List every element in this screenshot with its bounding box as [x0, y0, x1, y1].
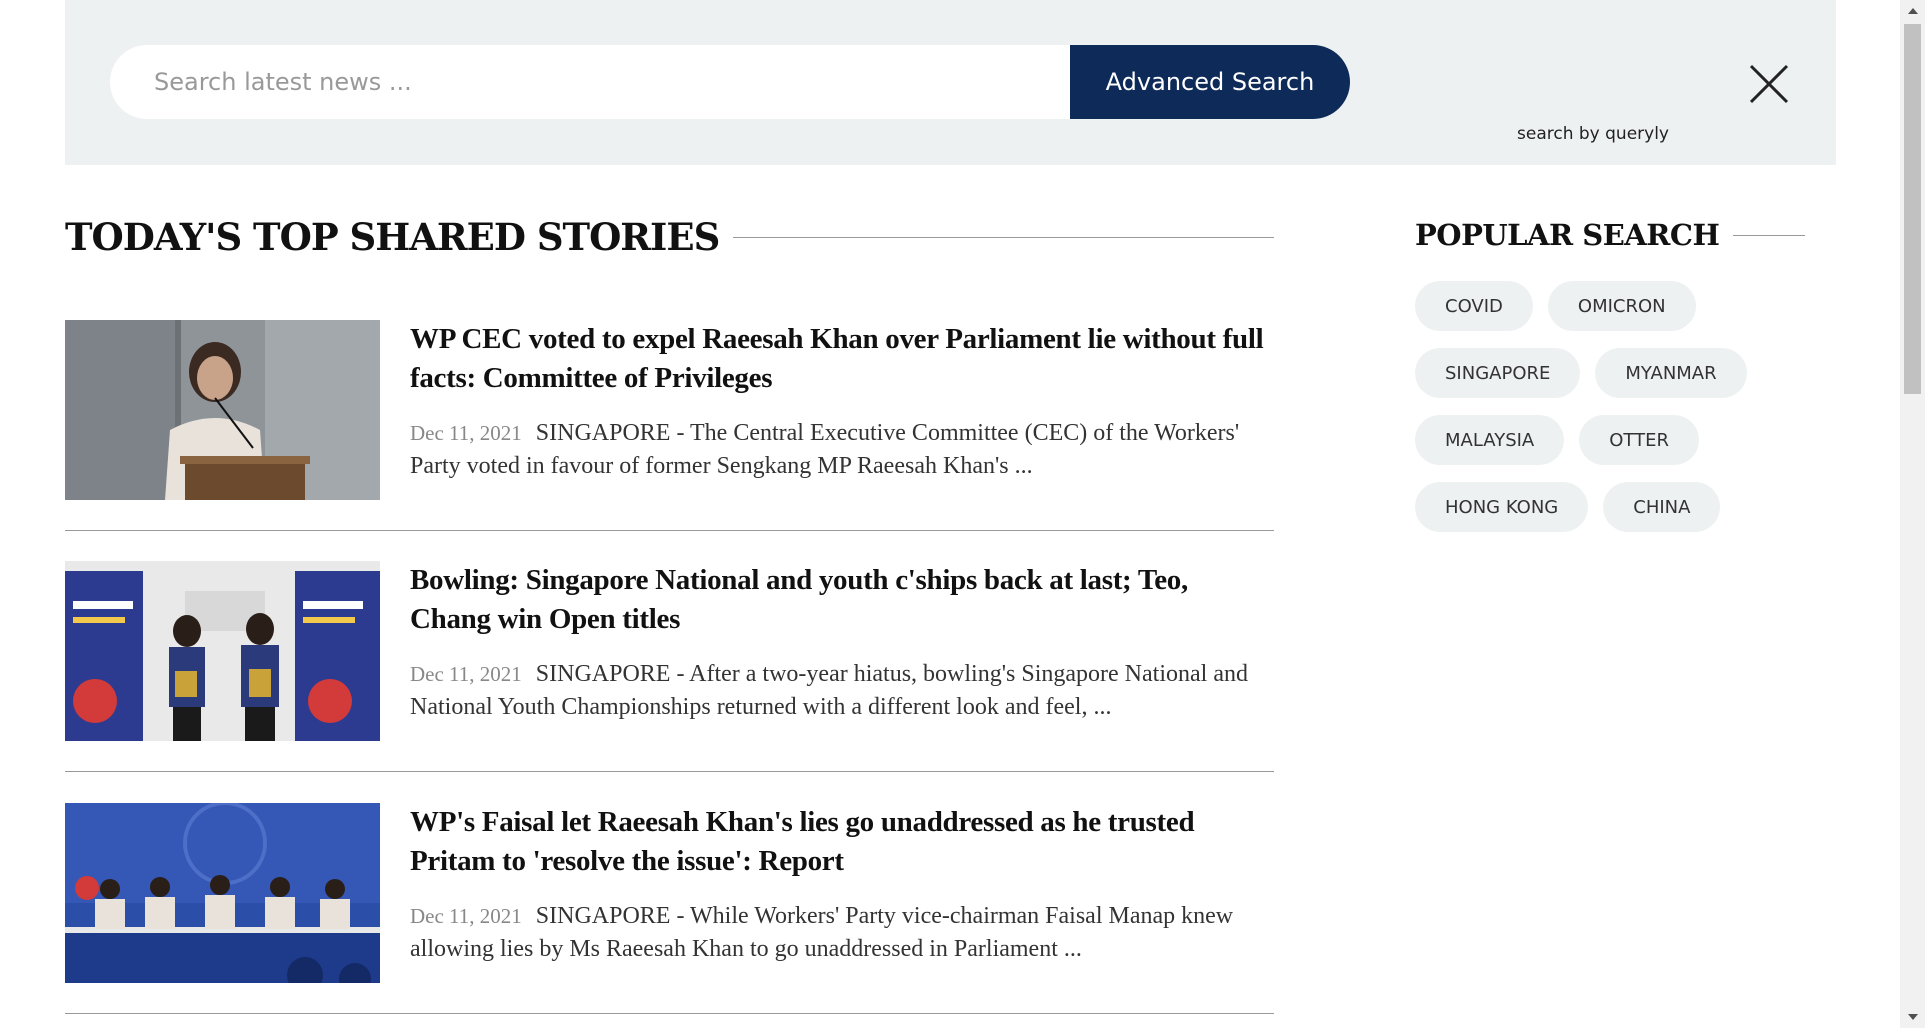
tag-otter[interactable]: OTTER — [1579, 415, 1699, 465]
tag-row: HONG KONG CHINA — [1415, 482, 1805, 532]
story-item: WP CEC voted to expel Raeesah Khan over … — [65, 320, 1274, 531]
story-thumbnail[interactable] — [65, 561, 380, 741]
tag-singapore[interactable]: SINGAPORE — [1415, 348, 1581, 398]
tag-row: MALAYSIA OTTER — [1415, 415, 1805, 465]
chevron-up-icon[interactable] — [1900, 0, 1925, 22]
popular-search-tags: COVID OMICRON SINGAPORE MYANMAR MALAYSIA… — [1415, 281, 1805, 549]
story-headline[interactable]: WP CEC voted to expel Raeesah Khan over … — [410, 320, 1274, 398]
tag-myanmar[interactable]: MYANMAR — [1595, 348, 1747, 398]
story-date: Dec 11, 2021 — [410, 662, 522, 686]
chevron-down-icon[interactable] — [1900, 1006, 1925, 1028]
top-stories-title: TODAY'S TOP SHARED STORIES — [65, 215, 720, 259]
story-snippet: SINGAPORE - After a two-year hiatus, bow… — [410, 661, 1248, 720]
story-summary: Dec 11, 2021 SINGAPORE - After a two-year… — [410, 658, 1274, 724]
popular-search-title: POPULAR SEARCH — [1415, 218, 1720, 252]
story-summary: Dec 11, 2021 SINGAPORE - The Central Exec… — [410, 417, 1274, 483]
scrollbar-thumb[interactable] — [1904, 24, 1921, 394]
advanced-search-button[interactable]: Advanced Search — [1070, 45, 1350, 119]
story-text: WP's Faisal let Raeesah Khan's lies go u… — [410, 803, 1274, 966]
search-box: Advanced Search — [110, 45, 1350, 119]
page: Advanced Search search by queryly TODAY'… — [0, 0, 1925, 1028]
story-date: Dec 11, 2021 — [410, 904, 522, 928]
close-icon[interactable] — [1747, 62, 1791, 106]
tag-covid[interactable]: COVID — [1415, 281, 1533, 331]
top-stories-heading: TODAY'S TOP SHARED STORIES — [65, 215, 1274, 259]
tag-row: COVID OMICRON — [1415, 281, 1805, 331]
tag-hong-kong[interactable]: HONG KONG — [1415, 482, 1589, 532]
heading-rule — [733, 236, 1274, 238]
story-thumbnail[interactable] — [65, 320, 380, 500]
story-thumbnail[interactable] — [65, 803, 380, 983]
search-powered-by: search by queryly — [1517, 124, 1669, 144]
story-text: WP CEC voted to expel Raeesah Khan over … — [410, 320, 1274, 483]
tag-malaysia[interactable]: MALAYSIA — [1415, 415, 1565, 465]
search-panel: Advanced Search search by queryly — [65, 0, 1836, 165]
story-item: Bowling: Singapore National and youth c'… — [65, 561, 1274, 772]
story-snippet: SINGAPORE - The Central Executive Commit… — [410, 420, 1240, 479]
story-summary: Dec 11, 2021 SINGAPORE - While Workers' P… — [410, 900, 1274, 966]
heading-rule — [1733, 234, 1805, 236]
tag-omicron[interactable]: OMICRON — [1547, 281, 1696, 331]
story-headline[interactable]: WP's Faisal let Raeesah Khan's lies go u… — [410, 803, 1274, 881]
search-input[interactable] — [110, 45, 1054, 119]
story-snippet: SINGAPORE - While Workers' Party vice-ch… — [410, 903, 1234, 962]
tag-row: SINGAPORE MYANMAR — [1415, 348, 1805, 398]
story-text: Bowling: Singapore National and youth c'… — [410, 561, 1274, 724]
story-item: WP's Faisal let Raeesah Khan's lies go u… — [65, 803, 1274, 1014]
story-date: Dec 11, 2021 — [410, 421, 522, 445]
story-headline[interactable]: Bowling: Singapore National and youth c'… — [410, 561, 1274, 639]
vertical-scrollbar[interactable] — [1900, 0, 1925, 1028]
tag-china[interactable]: CHINA — [1603, 482, 1721, 532]
popular-search-heading: POPULAR SEARCH — [1415, 218, 1805, 252]
